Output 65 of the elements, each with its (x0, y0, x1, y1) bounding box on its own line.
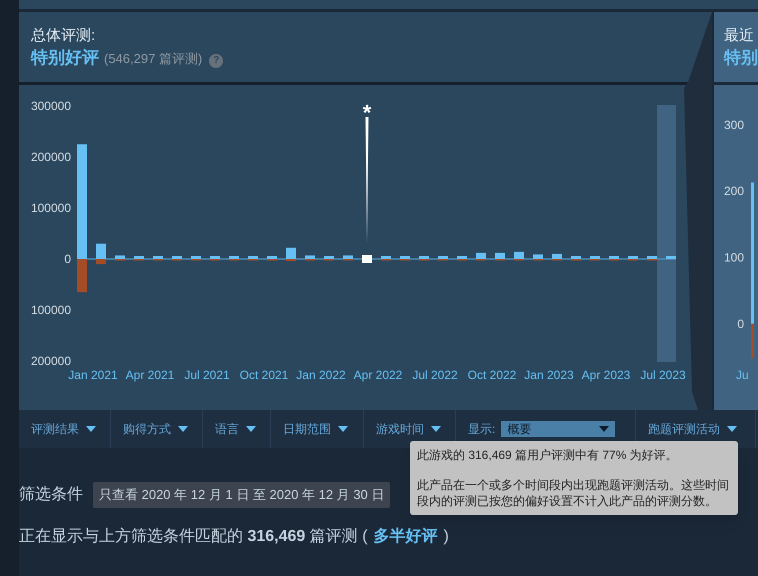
section-title: 总体评测: (31, 26, 96, 46)
axis-label: Apr 2023 (582, 368, 630, 382)
positive-bar[interactable] (533, 254, 543, 259)
filter-dropdown[interactable]: 语言 (215, 422, 256, 436)
annotation: * (362, 100, 372, 125)
rating-label: 特别好评 (31, 47, 99, 69)
filter-dropdown[interactable]: 跑题评测活动 (648, 422, 737, 436)
caret-icon (86, 426, 96, 432)
positive-bar[interactable] (495, 252, 505, 259)
positive-bar[interactable] (343, 255, 353, 259)
rating-link[interactable]: 多半好评 (374, 524, 438, 548)
axis-label: 0 (64, 252, 71, 266)
tooltip-text: 此游戏的 316,469 篇用户评测中有 77% 为好评。 (417, 447, 679, 463)
axis-label: Oct 2021 (240, 368, 288, 382)
negative-bar[interactable] (96, 259, 106, 264)
caret-icon (338, 426, 348, 432)
negative-bar[interactable] (77, 259, 87, 292)
negative-bar[interactable] (751, 324, 754, 358)
positive-bar[interactable] (286, 248, 296, 259)
axis-label: Jan 2022 (296, 368, 346, 382)
caret-icon (178, 426, 188, 432)
axis-label: Oct 2022 (468, 368, 516, 382)
caret-icon (727, 426, 737, 432)
axis-label: 200000 (30, 354, 71, 368)
axis-label: 300 (724, 118, 744, 132)
axis-label: 0 (737, 316, 744, 331)
summary-text: 正在显示与上方筛选条件匹配的 316,469 篇评测 ( (19, 526, 368, 546)
filter-dropdown[interactable]: 购得方式 (123, 422, 188, 436)
section-title: 最近 (724, 26, 755, 46)
axis-label: 100000 (30, 303, 71, 317)
positive-bar[interactable] (115, 255, 125, 259)
positive-bar[interactable] (96, 244, 106, 259)
range-handle[interactable] (657, 105, 676, 362)
caret-icon (246, 426, 256, 432)
axis-label: 100000 (30, 201, 71, 215)
filter-label: 筛选条件 (19, 484, 83, 505)
axis-label: Jul 2021 (184, 368, 230, 382)
display-select[interactable]: 概要 (501, 421, 616, 437)
caret-icon (431, 426, 441, 432)
axis-label: Jan 2021 (68, 368, 118, 382)
axis-label: Apr 2022 (354, 368, 402, 382)
tooltip-text: 此产品在一个或多个时间段内出现跑题评测活动。这些时间段内的评测已按您的偏好设置不计入此产品的评测分数。 (417, 477, 730, 509)
caret-icon (599, 426, 610, 432)
negative-bar[interactable] (286, 259, 296, 262)
axis-label: 100 (724, 250, 744, 264)
axis-label: Apr 2021 (126, 368, 174, 382)
axis-label: 300000 (30, 99, 71, 113)
positive-bar[interactable] (476, 252, 486, 259)
positive-bar[interactable] (305, 255, 315, 259)
review-count: (546,297 篇评测) (104, 50, 202, 68)
filter-chip[interactable]: 只查看 2020 年 12 月 1 日 至 2020 年 12 月 30 日 (93, 482, 390, 508)
axis-label: Ju (736, 368, 749, 382)
filter-dropdown[interactable]: 评测结果 (31, 422, 96, 436)
summary-text: ) (444, 526, 449, 546)
rating-label: 特别 (724, 47, 758, 69)
display-label: 显示: (468, 422, 496, 436)
positive-bar[interactable] (514, 252, 524, 259)
axis-label: Jul 2023 (640, 368, 686, 382)
positive-bar[interactable] (552, 254, 562, 259)
filter-dropdown[interactable]: 游戏时间 (376, 422, 441, 436)
axis-label: Jan 2023 (524, 368, 574, 382)
axis-label: 200000 (30, 150, 71, 164)
filter-dropdown[interactable]: 日期范围 (283, 422, 348, 436)
axis-label: 200 (724, 184, 744, 198)
axis-label: Jul 2022 (412, 368, 458, 382)
